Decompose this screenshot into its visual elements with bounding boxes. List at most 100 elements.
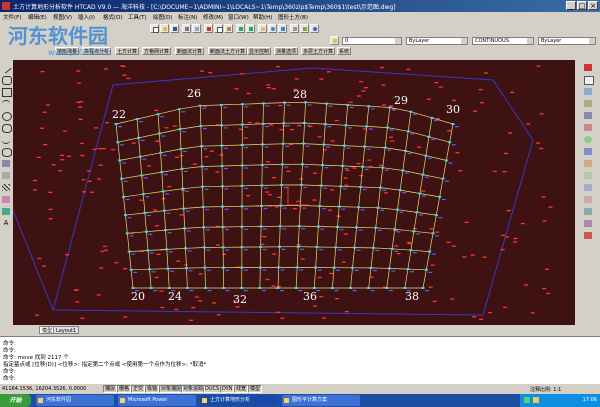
paste-icon[interactable] (224, 24, 233, 33)
undo-icon[interactable] (236, 24, 245, 33)
snap-toggle[interactable]: 捕捉 (103, 385, 118, 393)
help-icon[interactable] (310, 24, 319, 33)
explode-icon[interactable] (584, 232, 592, 239)
elevation-marker (198, 273, 203, 275)
copy-object-icon[interactable] (584, 76, 594, 85)
grid-point (412, 230, 416, 233)
grid-point (303, 121, 307, 124)
point-icon[interactable] (2, 172, 10, 179)
task-item-active[interactable]: 土方计算地形分析 (200, 395, 278, 406)
network-icon[interactable] (524, 397, 530, 403)
move-icon[interactable] (584, 124, 592, 131)
array-icon[interactable] (584, 112, 592, 119)
grid-elevation-label (143, 177, 148, 179)
zoom-icon[interactable] (268, 24, 277, 33)
hatch-icon[interactable] (2, 184, 10, 191)
redo-icon[interactable] (246, 24, 255, 33)
text-icon[interactable]: A (2, 220, 10, 227)
linetype-combo[interactable]: CONTINUOUS (472, 37, 534, 45)
preview-icon[interactable] (192, 24, 201, 33)
menu-dimension[interactable]: 标注(N) (178, 13, 197, 21)
copy-icon[interactable] (214, 24, 223, 33)
menu-modify[interactable]: 修改(M) (203, 13, 223, 21)
annotation-scale[interactable]: 注释比例: 1:1 (530, 386, 561, 393)
pan-icon[interactable] (258, 24, 267, 33)
stretch-icon[interactable] (584, 160, 592, 167)
task-item[interactable]: 图形平计算方案 (282, 395, 360, 406)
survey-options-button[interactable]: 测量选项 (274, 47, 299, 55)
section-earthwork-button[interactable]: 断面法土方计算 (208, 47, 248, 55)
task-item[interactable]: 河东软件园 (36, 395, 114, 406)
trim-icon[interactable] (584, 172, 592, 179)
section-calc-button[interactable]: 断面法计算 (175, 47, 205, 55)
ducs-toggle[interactable]: DUCS (203, 385, 222, 393)
display-control-button[interactable]: 显示控制 (247, 47, 272, 55)
close-button[interactable]: × (588, 1, 598, 10)
drawing-canvas[interactable]: 22 26 28 29 30 20 24 32 36 38 (13, 60, 575, 325)
system-button[interactable]: 系统 (337, 47, 352, 55)
menu-earthwork[interactable]: 图形土方(B) (278, 13, 308, 21)
save-icon[interactable] (170, 24, 179, 33)
spline-icon[interactable] (2, 136, 10, 144)
app-icon[interactable] (2, 2, 10, 10)
lineweight-combo[interactable]: ByLayer (538, 37, 596, 45)
model-toggle[interactable]: 模型 (248, 385, 263, 393)
command-prompt[interactable]: 命令: (3, 374, 16, 382)
line-icon[interactable] (0, 62, 12, 74)
lineweight-toggle[interactable]: 线宽 (234, 385, 249, 393)
region-icon[interactable] (2, 196, 10, 203)
start-button[interactable]: 开始 (0, 394, 31, 407)
break-icon[interactable] (584, 196, 592, 203)
open-icon[interactable] (160, 24, 169, 33)
clock[interactable]: 17:06 (583, 397, 597, 403)
elevation-marker (235, 306, 240, 308)
volume-icon[interactable] (533, 397, 539, 403)
revcloud-icon[interactable] (2, 124, 12, 133)
elevation-marker (300, 258, 305, 260)
rectangle-icon[interactable] (2, 88, 12, 97)
color-combo[interactable]: ByLayer (406, 37, 468, 45)
multilayer-earthwork-button[interactable]: 多层土方计算 (301, 47, 336, 55)
fillet-icon[interactable] (584, 220, 592, 227)
tab-layout1[interactable]: Layout1 (53, 326, 80, 334)
arc-icon[interactable] (2, 100, 10, 108)
polar-toggle[interactable]: 极轴 (145, 385, 160, 393)
elevation-marker (114, 262, 119, 264)
erase-icon[interactable] (584, 64, 592, 71)
block-icon[interactable] (2, 160, 10, 167)
table-icon[interactable] (2, 208, 10, 215)
grid-calc-button[interactable]: 方格网计算 (142, 47, 172, 55)
menu-draw[interactable]: 绘图(D) (153, 13, 173, 21)
osnap-toggle[interactable]: 对象捕捉 (159, 385, 184, 393)
ellipse-icon[interactable] (2, 148, 12, 157)
layer-combo[interactable]: 0 (342, 37, 402, 45)
print-icon[interactable] (182, 24, 191, 33)
scale-icon[interactable] (584, 148, 592, 155)
circle-icon[interactable] (2, 112, 12, 121)
polyline-icon[interactable] (2, 76, 12, 85)
grid-point (156, 113, 160, 116)
minimize-button[interactable]: _ (566, 1, 576, 10)
grid-toggle[interactable]: 栅格 (117, 385, 132, 393)
zoom-window-icon[interactable] (278, 24, 287, 33)
otrack-toggle[interactable]: 对象追踪 (181, 385, 206, 393)
design-center-icon[interactable] (300, 24, 309, 33)
ortho-toggle[interactable]: 正交 (131, 385, 146, 393)
layer-manager-icon[interactable] (330, 36, 339, 45)
new-icon[interactable] (150, 24, 159, 33)
mirror-icon[interactable] (584, 88, 592, 95)
extend-icon[interactable] (584, 184, 592, 191)
rotate-icon[interactable] (584, 136, 592, 143)
earthwork-calc-button[interactable]: 土方计算 (115, 47, 140, 55)
command-window[interactable]: 命令: 命令: 命令: move 找到 2117 个 指定基点或 [位移(D)]… (0, 336, 600, 383)
properties-icon[interactable] (290, 24, 299, 33)
maximize-button[interactable]: □ (577, 1, 587, 10)
dyn-toggle[interactable]: DYN (220, 385, 235, 393)
offset-icon[interactable] (584, 100, 592, 107)
menu-help[interactable]: 帮助(H) (253, 13, 272, 21)
menu-window[interactable]: 窗口(W) (228, 13, 249, 21)
chamfer-icon[interactable] (584, 208, 592, 215)
task-item[interactable]: Microsoft Power (118, 395, 196, 406)
menu-tools[interactable]: 工具(T) (128, 13, 147, 21)
cut-icon[interactable] (204, 24, 213, 33)
